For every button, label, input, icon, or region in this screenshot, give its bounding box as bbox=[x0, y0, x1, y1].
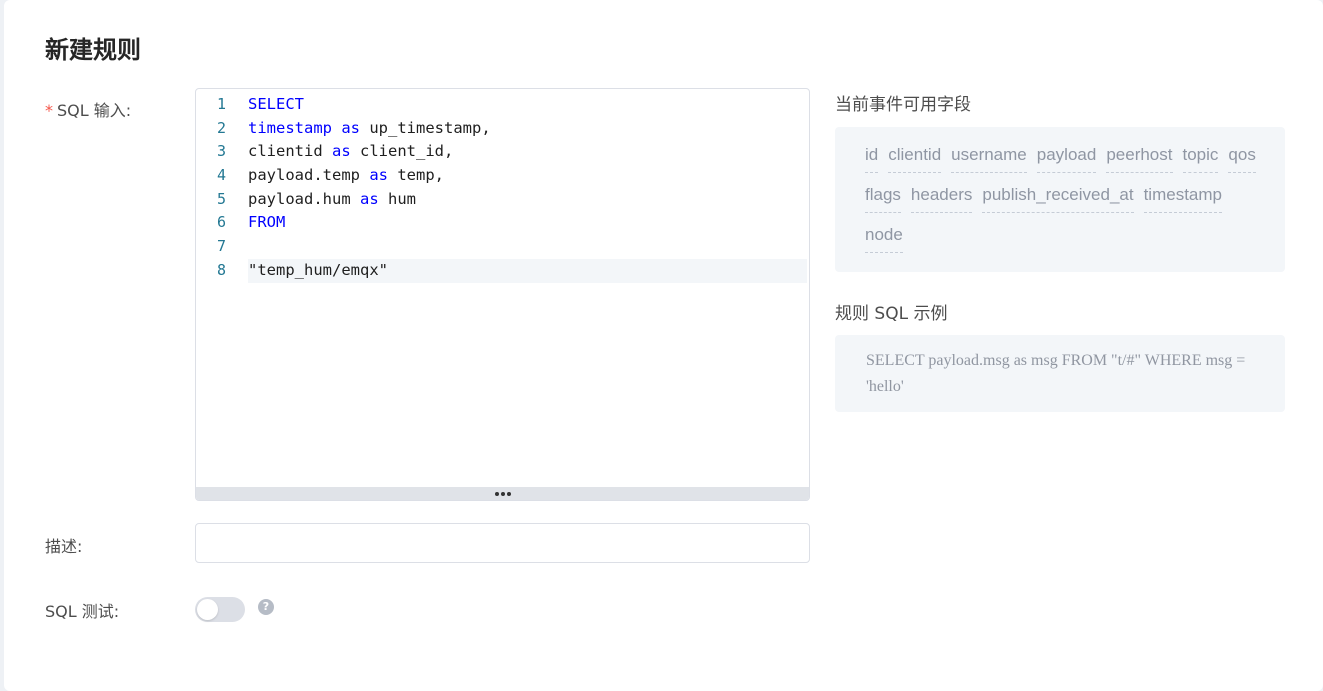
line-number: 2 bbox=[216, 118, 226, 137]
sql-input-label-text: SQL 输入: bbox=[57, 101, 132, 120]
line-number: 3 bbox=[216, 142, 226, 161]
page-title: 新建规则 bbox=[45, 36, 141, 64]
sql-keyword: timestamp bbox=[248, 118, 332, 137]
code-text: timestamp as up_timestamp, bbox=[248, 117, 807, 141]
code-token: clientid bbox=[248, 142, 332, 161]
code-token: payload.hum bbox=[248, 189, 360, 208]
line-number: 5 bbox=[216, 189, 226, 208]
line-number: 8 bbox=[216, 260, 226, 279]
code-line[interactable]: 3 clientid as client_id, bbox=[196, 140, 809, 164]
field-tag[interactable]: node bbox=[865, 225, 903, 253]
sql-keyword: as bbox=[359, 189, 379, 208]
sql-keyword: SELECT bbox=[248, 95, 304, 113]
editor-resize-handle[interactable] bbox=[196, 487, 809, 500]
field-tag-list: id clientid username payload peerhost topic qo… bbox=[865, 145, 1265, 253]
description-label: 描述: bbox=[45, 537, 83, 556]
question-circle-icon[interactable]: ? bbox=[258, 599, 274, 615]
code-token: "temp_hum/emqx" bbox=[248, 260, 388, 279]
code-text: payload.temp as temp, bbox=[248, 164, 807, 188]
sql-keyword: as bbox=[332, 142, 351, 161]
sql-keyword: FROM bbox=[248, 213, 286, 232]
code-line[interactable]: 8 "temp_hum/emqx" bbox=[196, 258, 809, 283]
toggle-knob bbox=[197, 599, 218, 620]
code-text: clientid as client_id, bbox=[248, 140, 807, 164]
sql-keyword: as bbox=[341, 118, 361, 137]
code-text: "temp_hum/emqx" bbox=[248, 258, 807, 283]
sql-example-title: 规则 SQL 示例 bbox=[835, 304, 948, 324]
code-line[interactable]: 1 SELECT bbox=[196, 93, 809, 117]
code-line[interactable]: 6 FROM bbox=[196, 211, 809, 235]
sql-keyword: as bbox=[369, 166, 388, 185]
code-token: client_id, bbox=[350, 142, 454, 161]
field-tag[interactable]: id bbox=[865, 145, 879, 173]
field-tag[interactable]: flags bbox=[865, 185, 901, 213]
sql-test-label: SQL 测试: bbox=[45, 602, 120, 621]
code-token: payload.temp bbox=[248, 166, 370, 185]
field-tag[interactable]: username bbox=[951, 145, 1027, 173]
available-fields-panel: id clientid username payload peerhost topic qo… bbox=[835, 127, 1285, 272]
line-number: 1 bbox=[216, 95, 226, 113]
line-number: 7 bbox=[216, 237, 226, 256]
sql-test-toggle[interactable] bbox=[195, 597, 245, 622]
field-tag[interactable]: qos bbox=[1228, 145, 1256, 173]
available-fields-title: 当前事件可用字段 bbox=[835, 95, 971, 115]
rule-create-card: 新建规则 * SQL 输入: 1 SELECT 2 timestamp as up_ti… bbox=[4, 0, 1323, 691]
field-tag[interactable]: payload bbox=[1036, 145, 1097, 173]
code-line[interactable]: 7 bbox=[196, 235, 809, 259]
description-input[interactable] bbox=[195, 523, 810, 563]
code-text: FROM bbox=[248, 211, 807, 235]
code-line[interactable]: 4 payload.temp as temp, bbox=[196, 164, 809, 188]
code-token: up_timestamp, bbox=[360, 118, 491, 137]
field-tag[interactable]: headers bbox=[910, 185, 973, 213]
sql-input-label: * SQL 输入: bbox=[45, 97, 131, 121]
code-token: hum bbox=[378, 189, 416, 208]
field-tag[interactable]: topic bbox=[1182, 145, 1219, 173]
code-line[interactable]: 5 payload.hum as hum bbox=[196, 188, 809, 212]
code-line[interactable]: 2 timestamp as up_timestamp, bbox=[196, 117, 809, 141]
code-text: payload.hum as hum bbox=[248, 188, 807, 212]
field-tag[interactable]: peerhost bbox=[1106, 145, 1173, 173]
line-number: 6 bbox=[216, 213, 226, 232]
code-lines[interactable]: 1 SELECT 2 timestamp as up_timestamp, 3 clien… bbox=[196, 93, 809, 283]
sql-example-code: SELECT payload.msg as msg FROM "t/#" WHE… bbox=[835, 335, 1285, 412]
field-tag[interactable]: clientid bbox=[888, 145, 942, 173]
field-tag[interactable]: timestamp bbox=[1143, 185, 1222, 213]
more-dots-icon bbox=[494, 491, 511, 496]
code-token: temp, bbox=[388, 166, 444, 185]
sql-editor[interactable]: 1 SELECT 2 timestamp as up_timestamp, 3 clien… bbox=[195, 88, 810, 501]
required-mark: * bbox=[45, 101, 53, 120]
line-number: 4 bbox=[216, 166, 226, 185]
field-tag[interactable]: publish_received_at bbox=[982, 185, 1134, 213]
code-text: SELECT bbox=[248, 93, 807, 117]
